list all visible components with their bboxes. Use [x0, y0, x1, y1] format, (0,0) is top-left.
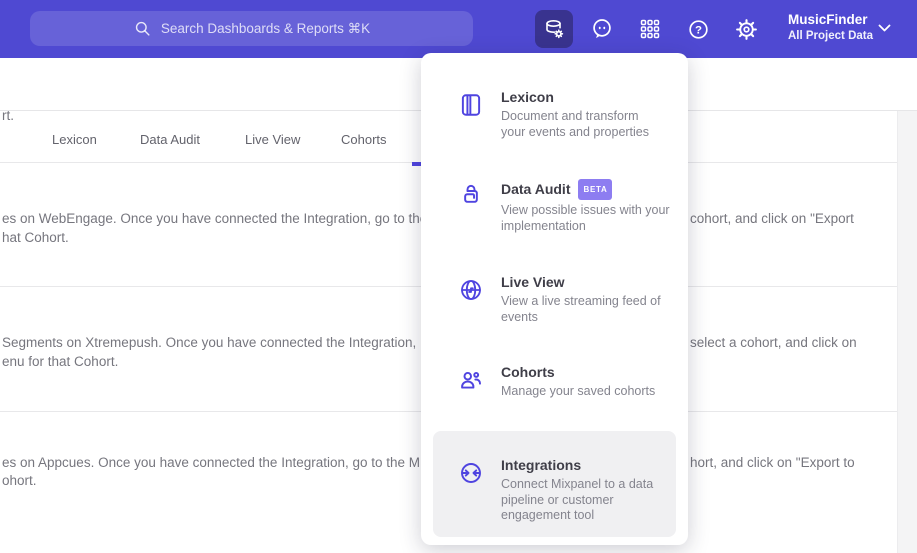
feedback-button[interactable] — [583, 10, 621, 48]
settings-button[interactable] — [727, 10, 765, 48]
tab-data-audit[interactable]: Data Audit — [140, 132, 200, 147]
app-header: Search Dashboards & Reports ⌘K ? MusicFi… — [0, 0, 917, 58]
users-icon — [458, 367, 484, 393]
text-fragment: ohort. — [2, 473, 37, 488]
menu-item-lexicon[interactable]: Lexicon Document and transform your even… — [421, 89, 688, 140]
data-management-dropdown: Lexicon Document and transform your even… — [421, 53, 688, 545]
menu-item-integrations[interactable]: Integrations Connect Mixpanel to a data … — [433, 431, 676, 537]
text-fragment: es on Appcues. Once you have connected t… — [2, 455, 421, 470]
search-input[interactable]: Search Dashboards & Reports ⌘K — [30, 11, 473, 46]
globe-icon — [458, 277, 484, 303]
text-fragment: cohort, and click on "Export — [690, 211, 854, 226]
menu-item-title: Lexicon — [501, 89, 554, 105]
data-management-icon — [542, 17, 566, 41]
menu-item-title: Cohorts — [501, 364, 555, 380]
chevron-down-icon[interactable] — [878, 24, 891, 33]
data-management-button[interactable] — [535, 10, 573, 48]
tab-lexicon[interactable]: Lexicon — [52, 132, 97, 147]
text-fragment: select a cohort, and click on — [690, 335, 857, 350]
text-fragment: es on WebEngage. Once you have connected… — [2, 211, 428, 226]
search-placeholder: Search Dashboards & Reports ⌘K — [160, 20, 371, 36]
project-scope: All Project Data — [788, 30, 873, 42]
beta-badge: BETA — [578, 179, 613, 200]
menu-item-title: Integrations — [501, 457, 582, 473]
project-switcher[interactable]: MusicFinder All Project Data — [788, 11, 873, 44]
project-name: MusicFinder — [788, 12, 868, 27]
menu-item-live-view[interactable]: Live View View a live streaming feed of … — [421, 274, 688, 325]
gear-icon — [734, 17, 759, 42]
menu-item-description: View a live streaming feed of events — [501, 294, 661, 324]
menu-item-description: Manage your saved cohorts — [501, 384, 656, 398]
text-fragment: hort, and click on "Export to — [690, 455, 855, 470]
menu-item-title: Live View — [501, 274, 565, 290]
apps-grid-button[interactable] — [631, 10, 669, 48]
menu-item-cohorts[interactable]: Cohorts Manage your saved cohorts — [421, 364, 688, 400]
audit-lock-icon — [458, 182, 484, 208]
apps-grid-icon — [638, 17, 662, 41]
svg-text:?: ? — [695, 24, 702, 36]
menu-item-description: Document and transform your events and p… — [501, 109, 650, 139]
menu-item-description: View possible issues with your implement… — [501, 203, 670, 233]
help-icon: ? — [686, 17, 711, 42]
tab-cohorts[interactable]: Cohorts — [341, 132, 387, 147]
feedback-icon — [589, 16, 615, 42]
menu-item-data-audit[interactable]: Data Audit BETA View possible issues with… — [421, 179, 688, 234]
tab-live-view[interactable]: Live View — [245, 132, 300, 147]
help-button[interactable]: ? — [679, 10, 717, 48]
text-fragment: Segments on Xtremepush. Once you have co… — [2, 335, 417, 350]
menu-item-title: Data Audit BETA — [501, 179, 676, 200]
text-fragment: enu for that Cohort. — [2, 354, 119, 369]
scrollbar-track[interactable] — [897, 111, 917, 553]
sync-icon — [458, 460, 484, 486]
search-icon — [133, 19, 152, 38]
text-fragment: hat Cohort. — [2, 230, 69, 245]
text-fragment: rt. — [2, 108, 14, 123]
menu-item-description: Connect Mixpanel to a data pipeline or c… — [501, 477, 654, 522]
book-icon — [458, 92, 484, 118]
